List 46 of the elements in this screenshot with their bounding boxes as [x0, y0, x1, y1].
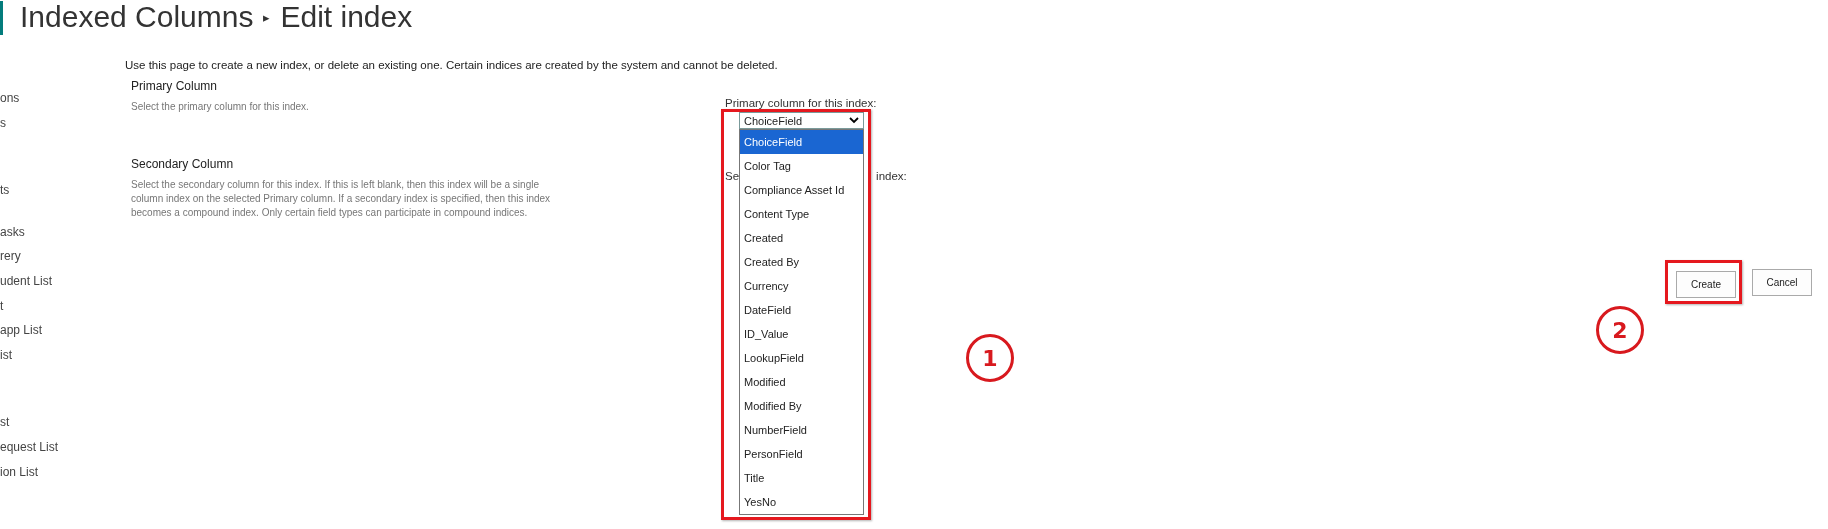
section-heading: Primary Column	[131, 79, 217, 93]
dropdown-option[interactable]: ID_Value	[740, 322, 863, 346]
create-button[interactable]: Create	[1676, 271, 1736, 298]
dropdown-option[interactable]: NumberField	[740, 418, 863, 442]
sidebar-item[interactable]: ion List	[0, 462, 39, 481]
page-title: Edit index	[280, 0, 413, 34]
dropdown-option[interactable]: YesNo	[740, 490, 863, 514]
dropdown-option[interactable]: ChoiceField	[740, 130, 863, 154]
sidebar-item[interactable]: ons	[0, 89, 20, 107]
dropdown-option[interactable]: Created	[740, 226, 863, 250]
callout-badge: 2	[1596, 306, 1644, 354]
dropdown-option[interactable]: Currency	[740, 274, 863, 298]
sidebar-item[interactable]: st	[0, 413, 10, 432]
callout-badge: 1	[966, 334, 1014, 382]
section-heading: Secondary Column	[131, 157, 234, 171]
sidebar-item[interactable]: udent List	[0, 272, 53, 291]
sidebar-item[interactable]: ts	[0, 180, 10, 199]
dropdown-option[interactable]: Created By	[740, 250, 863, 274]
dropdown-option[interactable]: DateField	[740, 298, 863, 322]
dropdown-option[interactable]: Compliance Asset Id	[740, 178, 863, 202]
dropdown-option[interactable]: Modified	[740, 370, 863, 394]
chevron-down-icon	[849, 117, 859, 124]
dropdown-option[interactable]: LookupField	[740, 346, 863, 370]
dropdown-option[interactable]: Modified By	[740, 394, 863, 418]
dropdown-option[interactable]: Content Type	[740, 202, 863, 226]
dropdown-option[interactable]: Title	[740, 466, 863, 490]
sidebar-item[interactable]: app List	[0, 321, 43, 340]
sidebar-item[interactable]: rery	[0, 247, 21, 266]
field-label: Se	[725, 170, 740, 182]
dropdown-option[interactable]: PersonField	[740, 442, 863, 466]
section-description: Select the secondary column for this index. If this is left blank, then this index will be a single column index on the selected Primary column. If a secondary index is specified, then this index becomes a compound index. Only certain field types can participate in compound indices.	[131, 178, 552, 220]
breadcrumb-link[interactable]: Indexed Columns	[20, 0, 254, 34]
intro-text: Use this page to create a new index, or delete an existing one. Certain indices are created by the system and cannot be deleted.	[125, 59, 778, 71]
field-label: Primary column for this index:	[725, 97, 877, 109]
sidebar-item[interactable]: t	[0, 296, 4, 315]
cancel-button[interactable]: Cancel	[1752, 268, 1812, 296]
sidebar-item[interactable]: ist	[0, 346, 12, 365]
section-description: Select the primary column for this index.	[131, 100, 310, 114]
field-label: index:	[876, 170, 907, 182]
breadcrumb-separator-icon: ▸	[263, 9, 271, 25]
accent-bar	[0, 1, 3, 35]
column-select[interactable]: ChoiceField	[739, 112, 864, 129]
sidebar-item[interactable]: equest List	[0, 437, 59, 456]
dropdown-option[interactable]: Color Tag	[740, 154, 863, 178]
sidebar-item[interactable]: asks	[0, 222, 25, 241]
sidebar-item[interactable]: s	[0, 113, 6, 132]
